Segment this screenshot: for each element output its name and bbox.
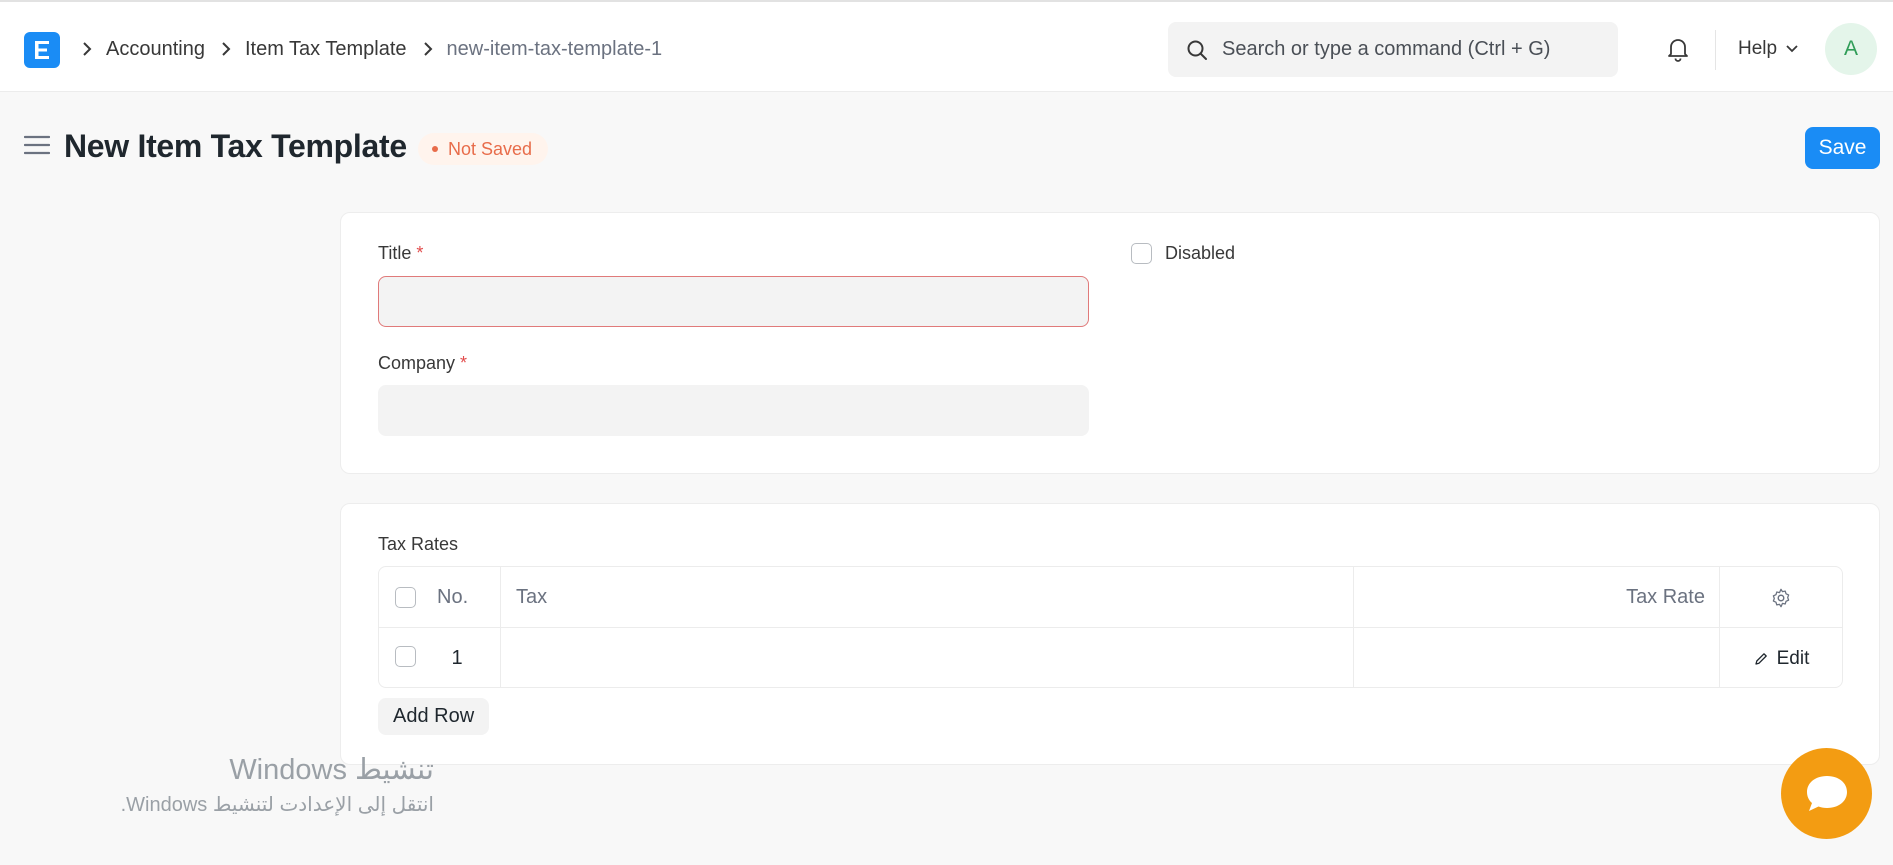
status-badge: Not Saved <box>418 133 549 165</box>
windows-activation-subtitle: انتقل إلى الإعدادت لتنشيط Windows. <box>120 794 434 816</box>
tax-rates-section: Tax Rates No. Tax Tax Rate 1 Edit Add Ro… <box>340 503 1880 765</box>
tax-rates-table: No. Tax Tax Rate 1 Edit <box>378 566 1843 688</box>
windows-activation-title: تنشيط Windows <box>229 754 434 786</box>
erpnext-logo-icon <box>35 41 49 59</box>
search-icon <box>1187 40 1207 60</box>
title-field[interactable] <box>378 276 1089 327</box>
edit-label: Edit <box>1776 647 1810 669</box>
chevron-right-icon <box>82 42 92 56</box>
chevron-right-icon <box>423 42 433 56</box>
details-section: Title * Company * Disabled <box>340 212 1880 474</box>
company-field[interactable] <box>378 385 1089 436</box>
disabled-checkbox[interactable] <box>1131 243 1152 264</box>
breadcrumb-accounting[interactable]: Accounting <box>106 38 205 61</box>
save-button[interactable]: Save <box>1805 127 1880 169</box>
gear-icon <box>1772 588 1790 607</box>
avatar[interactable]: A <box>1825 23 1877 75</box>
tax-rate-cell[interactable] <box>1353 628 1719 687</box>
disabled-label: Disabled <box>1165 243 1236 263</box>
chevron-down-icon <box>1786 45 1798 53</box>
navbar: Accounting Item Tax Template new-item-ta… <box>0 0 1893 92</box>
tax-cell[interactable] <box>500 628 1353 687</box>
chevron-right-icon <box>221 42 231 56</box>
required-mark: * <box>416 243 424 263</box>
required-mark: * <box>460 353 468 373</box>
help-dropdown[interactable]: Help <box>1738 36 1799 62</box>
title-label-text: Title <box>378 243 412 263</box>
chat-button[interactable] <box>1781 748 1872 839</box>
row-edit-button[interactable]: Edit <box>1719 628 1842 687</box>
table-header-row: No. Tax Tax Rate <box>379 567 1842 628</box>
status-label: Not Saved <box>448 138 533 159</box>
search-input[interactable]: Search or type a command (Ctrl + G) <box>1168 22 1618 77</box>
title-field-label: Title * <box>378 243 423 264</box>
navbar-divider <box>1715 30 1716 70</box>
chat-bubble-icon <box>1806 775 1847 811</box>
sidebar-toggle-icon[interactable] <box>24 134 50 156</box>
pencil-icon <box>1754 652 1767 665</box>
page-title: New Item Tax Template <box>64 128 407 164</box>
select-all-checkbox[interactable] <box>395 587 416 608</box>
column-settings-button[interactable] <box>1719 567 1842 628</box>
row-number: 1 <box>451 647 463 669</box>
notification-bell-icon[interactable] <box>1664 35 1692 63</box>
app-logo[interactable] <box>24 32 60 68</box>
breadcrumb-current[interactable]: new-item-tax-template-1 <box>447 38 663 61</box>
tax-rates-label: Tax Rates <box>378 534 459 554</box>
column-header-no: No. <box>437 586 469 608</box>
status-dot <box>432 146 438 152</box>
row-select-checkbox[interactable] <box>395 646 416 667</box>
help-label: Help <box>1738 38 1778 59</box>
breadcrumb-item-tax-template[interactable]: Item Tax Template <box>245 38 407 61</box>
column-header-tax: Tax <box>516 586 548 608</box>
company-field-label: Company * <box>378 353 467 374</box>
add-row-button[interactable]: Add Row <box>378 698 490 735</box>
breadcrumb: Accounting Item Tax Template new-item-ta… <box>80 34 676 64</box>
company-label-text: Company <box>378 353 456 373</box>
table-row[interactable]: 1 Edit <box>379 628 1842 687</box>
search-placeholder: Search or type a command (Ctrl + G) <box>1222 38 1551 60</box>
column-header-tax-rate: Tax Rate <box>1626 586 1705 608</box>
